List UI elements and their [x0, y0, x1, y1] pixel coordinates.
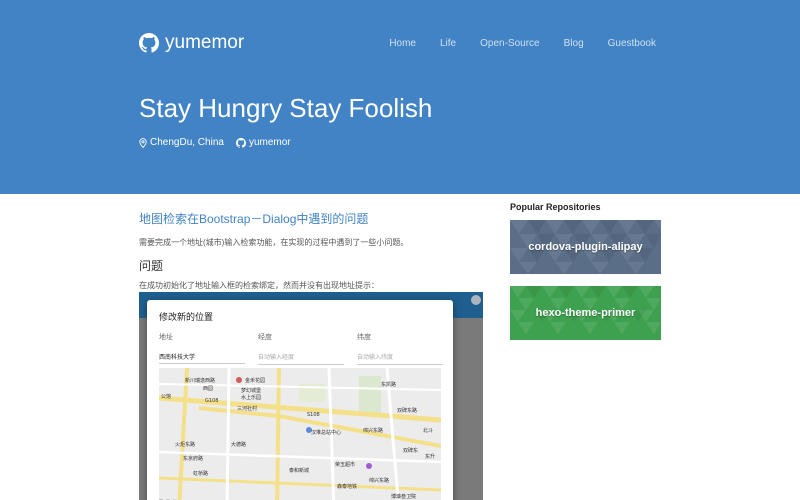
- location: ChengDu, China: [139, 137, 224, 148]
- github-username: yumemor: [248, 137, 291, 148]
- repo-name: hexo-theme-primer: [535, 307, 636, 319]
- main-nav: Home Life Open-Source Blog Guestbook: [365, 38, 656, 49]
- hero-title: Stay Hungry Stay Foolish: [139, 93, 433, 123]
- map-label: 东升: [425, 453, 435, 460]
- map-label: S108: [307, 412, 320, 418]
- repo-name: cordova-plugin-alipay: [528, 241, 643, 253]
- map-label: 双碑东路: [397, 407, 417, 414]
- section-heading: 问题: [139, 259, 164, 273]
- map-label: 双碑东: [403, 447, 418, 454]
- map-label: 绵兴东路: [363, 427, 383, 434]
- section-text: 在成功初始化了地址输入框的检索绑定，然而并没有出现地址提示：: [139, 281, 379, 290]
- nav-life[interactable]: Life: [440, 38, 456, 49]
- address-input[interactable]: [159, 350, 245, 364]
- map-label: 绵兴东路: [369, 477, 389, 484]
- map-view[interactable]: 新川瑞逸西路 金禾花园 西园 梦幻城堡 水上乐园 公馆 G108 三河社村 S1…: [159, 368, 441, 500]
- map-label: 北斗: [423, 427, 433, 434]
- map-label: 公馆: [161, 393, 171, 400]
- map-pin-icon: [139, 137, 147, 148]
- hero-meta: ChengDu, China yumemor: [139, 137, 303, 148]
- latitude-input[interactable]: [357, 352, 443, 365]
- post-screenshot: 修改新的位置 地址 经度 纬度: [139, 292, 483, 500]
- github-icon: [139, 33, 159, 53]
- map-label: 新川瑞逸西路: [185, 377, 215, 384]
- sidebar-heading: Popular Repositories: [510, 202, 601, 212]
- address-label: 地址: [159, 334, 173, 341]
- map-label: 森泰地铁: [337, 483, 357, 490]
- post-title-link[interactable]: 地图检索在Bootstrap－Dialog中遇到的问题: [139, 210, 368, 227]
- map-label: 金禾花园: [245, 377, 265, 384]
- map-label: G108: [205, 398, 218, 404]
- map-label: 荣玉超市: [335, 461, 355, 468]
- longitude-label: 经度: [258, 334, 272, 341]
- map-label: 虹桥路: [193, 470, 208, 477]
- map-label: 泰和新城: [289, 467, 309, 474]
- map-label: 博濂叁卫院: [391, 493, 416, 500]
- map-label: 三河社村: [237, 405, 257, 412]
- map-label: 大德路: [231, 441, 246, 448]
- nav-open-source[interactable]: Open-Source: [480, 38, 539, 49]
- location-dialog: 修改新的位置 地址 经度 纬度: [147, 300, 453, 500]
- nav-home[interactable]: Home: [389, 38, 416, 49]
- nav-blog[interactable]: Blog: [564, 38, 584, 49]
- github-profile-link[interactable]: yumemor: [235, 137, 291, 148]
- map-label: 梦幻城堡: [241, 387, 261, 394]
- latitude-label: 纬度: [357, 334, 371, 341]
- brand-link[interactable]: yumemor: [139, 32, 244, 54]
- dialog-fields: 地址 经度 纬度: [159, 332, 443, 365]
- map-label: 火炬东路: [175, 441, 195, 448]
- map-label: 东凯路: [381, 381, 396, 388]
- repo-card-hexo-theme-primer[interactable]: hexo-theme-primer: [510, 286, 661, 340]
- post-intro: 需要完成一个地址(城市)输入检索功能，在实现的过程中遇到了一些小问题。: [139, 238, 409, 247]
- latitude-field: 纬度: [357, 332, 443, 365]
- dialog-title: 修改新的位置: [159, 312, 214, 322]
- map-label: 汉堆总站中心: [311, 429, 341, 436]
- site-header: yumemor Home Life Open-Source Blog Guest…: [0, 0, 800, 194]
- address-field: 地址: [159, 332, 245, 365]
- github-icon: [235, 137, 246, 148]
- longitude-input[interactable]: [258, 352, 344, 365]
- site-name: yumemor: [165, 32, 245, 53]
- map-label: 东京府路: [183, 455, 203, 462]
- map-label: 西园: [203, 386, 213, 392]
- nav-guestbook[interactable]: Guestbook: [608, 38, 656, 49]
- longitude-field: 经度: [258, 332, 344, 365]
- screenshot-avatar-dot: [471, 295, 481, 305]
- map-label: 水上乐园: [241, 394, 261, 401]
- location-text: ChengDu, China: [150, 137, 224, 148]
- repo-card-cordova-plugin-alipay[interactable]: cordova-plugin-alipay: [510, 220, 661, 274]
